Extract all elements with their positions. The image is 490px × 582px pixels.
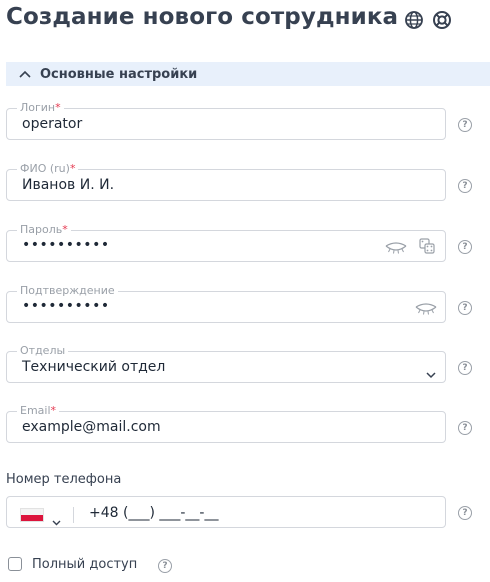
email-value[interactable]: example@mail.com xyxy=(22,419,161,435)
full-access-help-icon[interactable]: ? xyxy=(158,559,172,573)
department-help-icon[interactable]: ? xyxy=(458,361,472,375)
phone-divider xyxy=(73,507,74,523)
phone-help-icon[interactable]: ? xyxy=(458,506,472,520)
email-label: Email* xyxy=(17,404,60,418)
page-title: Создание нового сотрудника xyxy=(6,4,399,30)
confirm-password-field[interactable]: Подтверждение •••••••••• xyxy=(6,284,446,323)
full-access-checkbox[interactable] xyxy=(8,557,22,571)
fio-field[interactable]: ФИО (ru)* Иванов И. И. xyxy=(6,162,446,201)
confirm-value[interactable]: •••••••••• xyxy=(22,298,110,314)
password-label: Пароль* xyxy=(17,223,71,237)
password-field[interactable]: Пароль* •••••••••• xyxy=(6,223,446,262)
department-value: Технический отдел xyxy=(22,359,166,375)
login-label: Логин* xyxy=(17,101,64,115)
chevron-down-icon[interactable] xyxy=(52,511,61,530)
login-field[interactable]: Логин* operator xyxy=(6,101,446,140)
department-label: Отделы xyxy=(17,344,69,358)
full-access-label: Полный доступ xyxy=(32,557,138,572)
globe-icon[interactable] xyxy=(404,10,424,30)
fio-help-icon[interactable]: ? xyxy=(458,179,472,193)
eye-closed-icon[interactable] xyxy=(385,240,407,254)
password-help-icon[interactable]: ? xyxy=(458,240,472,254)
lifebuoy-icon[interactable] xyxy=(432,10,452,30)
password-value[interactable]: •••••••••• xyxy=(22,237,110,253)
generate-password-dice-icon[interactable] xyxy=(419,238,435,254)
eye-closed-icon[interactable] xyxy=(415,301,437,315)
phone-label: Номер телефона xyxy=(6,472,122,487)
email-help-icon[interactable]: ? xyxy=(458,421,472,435)
login-value[interactable]: operator xyxy=(22,116,82,132)
section-label: Основные настройки xyxy=(40,66,198,82)
login-help-icon[interactable]: ? xyxy=(458,118,472,132)
email-field[interactable]: Email* example@mail.com xyxy=(6,404,446,443)
confirm-help-icon[interactable]: ? xyxy=(458,301,472,315)
fio-value[interactable]: Иванов И. И. xyxy=(22,177,114,193)
section-header-basic-settings[interactable]: Основные настройки xyxy=(6,62,490,86)
chevron-down-icon xyxy=(426,364,436,383)
phone-field[interactable] xyxy=(6,496,446,528)
fio-label: ФИО (ru)* xyxy=(17,162,79,176)
phone-input[interactable]: +48 (___) ___-__-__ xyxy=(89,505,218,521)
confirm-label: Подтверждение xyxy=(17,284,118,298)
chevron-up-icon xyxy=(14,70,36,78)
department-select[interactable]: Отделы Технический отдел xyxy=(6,344,446,383)
poland-flag-icon[interactable] xyxy=(20,508,44,522)
